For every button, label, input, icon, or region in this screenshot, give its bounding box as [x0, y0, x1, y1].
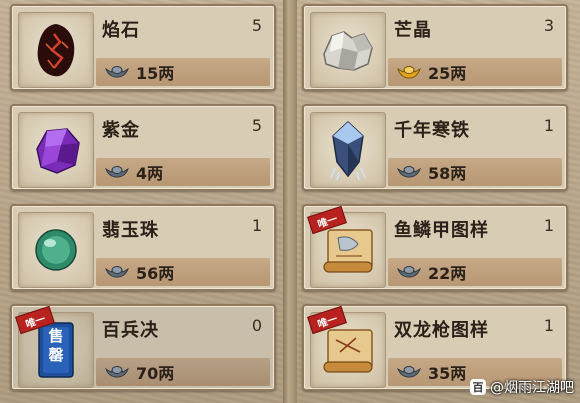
shop-item-card[interactable]: 芒晶 3 25两 [302, 4, 568, 91]
price-amount: 25两 [428, 64, 467, 83]
item-quantity: 1 [543, 116, 554, 135]
silver-ingot-icon [397, 266, 421, 278]
price-amount: 58两 [428, 164, 467, 183]
jade-pearl-icon [35, 229, 77, 271]
watermark-logo-icon: 百 [470, 379, 486, 395]
watermark: 百 @烟雨江湖吧 [470, 377, 574, 397]
item-quantity: 5 [251, 16, 262, 35]
gold-ingot-icon [397, 66, 421, 79]
item-quantity: 1 [543, 216, 554, 235]
silver-ingot-icon [397, 366, 421, 378]
price-amount: 70两 [136, 364, 175, 383]
scroll-pattern-icon [323, 329, 373, 373]
crystal-ore-icon [323, 31, 373, 71]
item-icon-slot: 售罄 唯一 [15, 305, 94, 388]
item-icon-slot [18, 212, 94, 288]
price-amount: 4两 [136, 164, 164, 183]
item-name: 紫金 [102, 120, 140, 141]
item-quantity: 1 [543, 316, 554, 335]
item-name: 芒晶 [394, 20, 432, 41]
silver-ingot-icon [397, 166, 421, 178]
item-price: 58两 [396, 161, 466, 183]
cold-iron-icon [330, 120, 366, 181]
price-amount: 15两 [136, 64, 175, 83]
item-name: 千年寒铁 [394, 120, 470, 141]
item-name: 焰石 [102, 20, 140, 41]
flame-stone-icon [37, 24, 75, 77]
item-icon-slot: 唯一 [307, 305, 386, 388]
item-icon-slot [310, 112, 386, 188]
item-icon-slot: 唯一 [307, 205, 386, 288]
item-price: 25两 [396, 61, 466, 83]
item-icon-slot [18, 12, 94, 88]
item-price: 35两 [396, 361, 466, 383]
shop-item-card[interactable]: 售罄 唯一 百兵决 0 70两 [10, 304, 276, 391]
item-quantity: 1 [251, 216, 262, 235]
item-icon-slot [18, 112, 94, 188]
item-name: 双龙枪图样 [394, 320, 489, 341]
item-name: 鱼鳞甲图样 [394, 220, 489, 241]
item-quantity: 0 [251, 316, 262, 335]
item-quantity: 3 [543, 16, 554, 35]
silver-ingot-icon [105, 366, 129, 378]
silver-ingot-icon [105, 266, 129, 278]
item-icon-slot [310, 12, 386, 88]
sold-out-label: 售罄 [48, 327, 64, 364]
shop-item-card[interactable]: 焰石 5 15两 [10, 4, 276, 91]
item-price: 56两 [104, 261, 174, 283]
scroll-pattern-icon [323, 229, 373, 273]
item-price: 22两 [396, 261, 466, 283]
price-amount: 56两 [136, 264, 175, 283]
shop-item-card[interactable]: 翡玉珠 1 56两 [10, 204, 276, 291]
item-price: 15两 [104, 61, 174, 83]
purple-gold-icon [36, 128, 80, 174]
price-amount: 22两 [428, 264, 467, 283]
watermark-text: @烟雨江湖吧 [490, 380, 574, 396]
item-price: 70两 [104, 361, 174, 383]
item-name: 百兵决 [102, 320, 159, 341]
shop-item-card[interactable]: 紫金 5 4两 [10, 104, 276, 191]
price-amount: 35两 [428, 364, 467, 383]
shop-item-card[interactable]: 唯一 鱼鳞甲图样 1 22两 [302, 204, 568, 291]
shop-item-card[interactable]: 千年寒铁 1 58两 [302, 104, 568, 191]
column-divider [283, 0, 297, 403]
silver-ingot-icon [105, 66, 129, 78]
item-quantity: 5 [251, 116, 262, 135]
silver-ingot-icon [105, 166, 129, 178]
item-price: 4两 [104, 161, 163, 183]
item-name: 翡玉珠 [102, 220, 159, 241]
